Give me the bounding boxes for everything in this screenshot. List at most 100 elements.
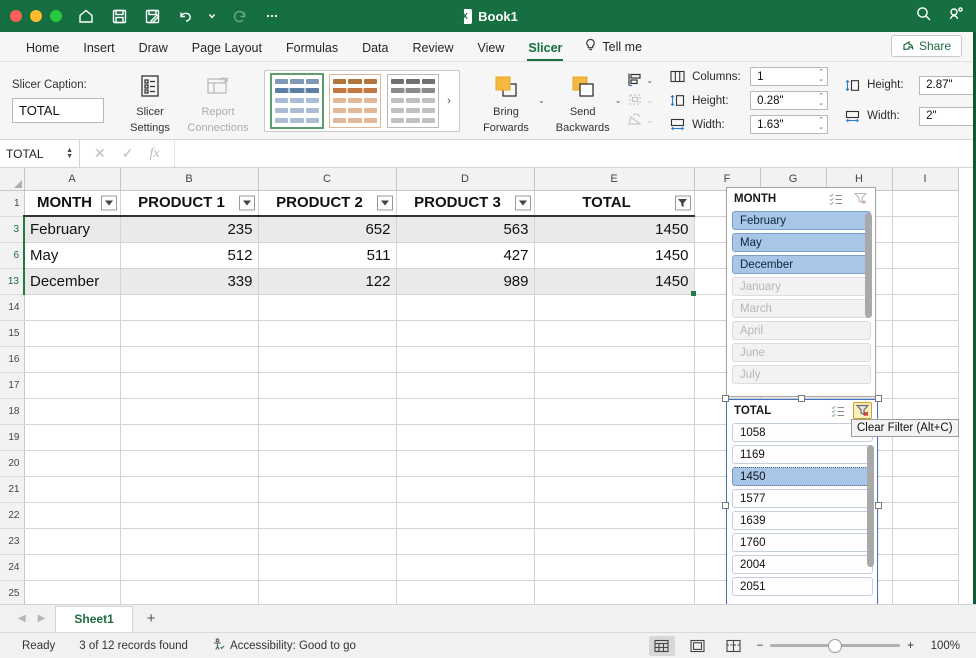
cell-e23[interactable] <box>534 528 695 555</box>
cell-c23[interactable] <box>258 528 397 555</box>
slicer-item-1169[interactable]: 1169 <box>732 445 873 464</box>
name-box[interactable]: TOTAL ▲ ▼ <box>0 140 80 167</box>
resize-handle-n[interactable] <box>798 395 805 402</box>
sheet-tab-sheet1[interactable]: Sheet1 <box>55 605 133 632</box>
cell-c17[interactable] <box>258 372 397 399</box>
bring-forwards-dropdown-icon[interactable]: ⌄ <box>538 96 545 105</box>
column-header-b[interactable]: B <box>120 168 259 191</box>
cell-i13[interactable] <box>892 268 959 295</box>
selection-fill-handle[interactable] <box>690 290 696 296</box>
cell-d1[interactable]: PRODUCT 3 <box>396 190 535 217</box>
cell-i6[interactable] <box>892 242 959 269</box>
multi-select-icon[interactable] <box>826 190 845 207</box>
cell-c16[interactable] <box>258 346 397 373</box>
slicer-style-gallery[interactable]: › <box>264 69 460 132</box>
cell-e17[interactable] <box>534 372 695 399</box>
cell-d25[interactable] <box>396 580 535 607</box>
cell-i23[interactable] <box>892 528 959 555</box>
tab-slicer[interactable]: Slicer <box>516 41 574 61</box>
cell-b3[interactable]: 235 <box>120 216 259 243</box>
cell-i25[interactable] <box>892 580 959 607</box>
share-button[interactable]: Share <box>890 35 962 57</box>
cell-i21[interactable] <box>892 476 959 503</box>
cell-b13[interactable]: 339 <box>120 268 259 295</box>
resize-handle-ne[interactable] <box>875 395 882 402</box>
clear-filter-icon[interactable] <box>851 190 870 207</box>
cell-a13[interactable]: December <box>24 268 121 295</box>
cell-b18[interactable] <box>120 398 259 425</box>
cell-d15[interactable] <box>396 320 535 347</box>
cell-b19[interactable] <box>120 424 259 451</box>
align-objects-icon[interactable] <box>627 72 643 90</box>
slicer-item-1639[interactable]: 1639 <box>732 511 873 530</box>
slicer-item-july[interactable]: July <box>732 365 871 384</box>
next-sheet-icon[interactable]: ▶ <box>38 613 46 624</box>
slicer-total-list[interactable]: 1058 1169 1450 1577 1639 1760 2004 2051 <box>727 421 877 612</box>
maximize-window-button[interactable] <box>50 10 62 22</box>
tab-data[interactable]: Data <box>350 41 400 61</box>
cell-i1[interactable] <box>892 190 959 217</box>
cell-d17[interactable] <box>396 372 535 399</box>
cell-d6[interactable]: 427 <box>396 242 535 269</box>
cell-a24[interactable] <box>24 554 121 581</box>
row-header-3[interactable]: 3 <box>0 216 25 243</box>
tell-me-search[interactable]: Tell me <box>574 38 652 61</box>
cell-c3[interactable]: 652 <box>258 216 397 243</box>
cell-b24[interactable] <box>120 554 259 581</box>
columns-spin-arrows[interactable]: ⌃ ⌄ <box>818 69 824 83</box>
cell-e20[interactable] <box>534 450 695 477</box>
zoom-level[interactable]: 100% <box>924 640 960 652</box>
row-header-16[interactable]: 16 <box>0 346 25 373</box>
cell-a18[interactable] <box>24 398 121 425</box>
cell-a23[interactable] <box>24 528 121 555</box>
slicer-month-scrollbar[interactable] <box>865 213 872 318</box>
cell-c14[interactable] <box>258 294 397 321</box>
column-header-c[interactable]: C <box>258 168 397 191</box>
cell-d13[interactable]: 989 <box>396 268 535 295</box>
cell-b20[interactable] <box>120 450 259 477</box>
slicer-width-stepper[interactable]: 2" ⌃⌄ <box>919 106 976 126</box>
tab-draw[interactable]: Draw <box>127 41 180 61</box>
cell-i24[interactable] <box>892 554 959 581</box>
undo-dropdown-icon[interactable] <box>208 6 216 26</box>
cell-c13[interactable]: 122 <box>258 268 397 295</box>
slicer-item-june[interactable]: June <box>732 343 871 362</box>
cell-e25[interactable] <box>534 580 695 607</box>
home-icon[interactable] <box>76 6 96 26</box>
cell-b1[interactable]: PRODUCT 1 <box>120 190 259 217</box>
cell-b23[interactable] <box>120 528 259 555</box>
row-header-19[interactable]: 19 <box>0 424 25 451</box>
window-controls[interactable] <box>10 10 62 22</box>
row-header-6[interactable]: 6 <box>0 242 25 269</box>
ribbon-tab-bar[interactable]: Home Insert Draw Page Layout Formulas Da… <box>0 32 976 62</box>
zoom-slider[interactable]: − + <box>757 638 914 653</box>
clear-filter-icon[interactable] <box>853 402 872 419</box>
cell-b25[interactable] <box>120 580 259 607</box>
row-header-25[interactable]: 25 <box>0 580 25 607</box>
cell-c20[interactable] <box>258 450 397 477</box>
slicer-style-option-1[interactable] <box>270 72 324 129</box>
cell-d14[interactable] <box>396 294 535 321</box>
filter-dropdown-product3-icon[interactable] <box>514 195 531 211</box>
prev-sheet-icon[interactable]: ◀ <box>18 613 26 624</box>
row-header-18[interactable]: 18 <box>0 398 25 425</box>
cell-i22[interactable] <box>892 502 959 529</box>
formula-input[interactable] <box>175 140 976 167</box>
row-header-17[interactable]: 17 <box>0 372 25 399</box>
cell-d21[interactable] <box>396 476 535 503</box>
close-window-button[interactable] <box>10 10 22 22</box>
tab-view[interactable]: View <box>465 41 516 61</box>
cell-d19[interactable] <box>396 424 535 451</box>
slicer-item-1450[interactable]: 1450 <box>732 467 873 486</box>
row-header-13[interactable]: 13 <box>0 268 25 295</box>
cell-b17[interactable] <box>120 372 259 399</box>
cell-e1[interactable]: TOTAL <box>534 190 695 217</box>
cell-a20[interactable] <box>24 450 121 477</box>
cell-a3[interactable]: February <box>24 216 121 243</box>
cell-e18[interactable] <box>534 398 695 425</box>
slicer-item-may[interactable]: May <box>732 233 871 252</box>
cell-c15[interactable] <box>258 320 397 347</box>
cell-b21[interactable] <box>120 476 259 503</box>
cell-a21[interactable] <box>24 476 121 503</box>
page-layout-icon[interactable] <box>685 636 711 656</box>
